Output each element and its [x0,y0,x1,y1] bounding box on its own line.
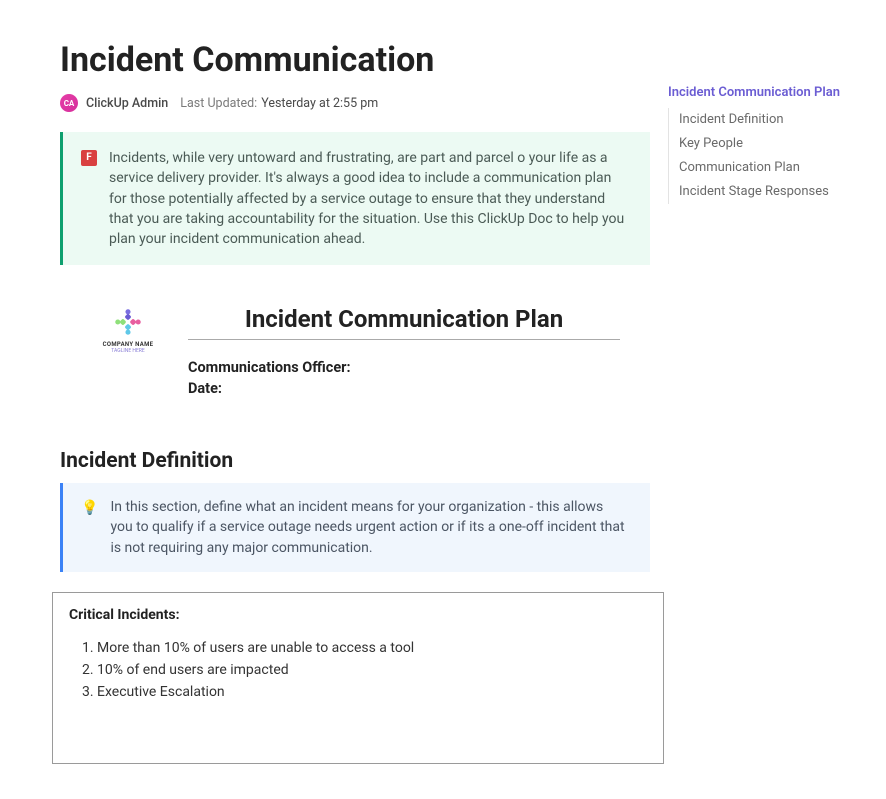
toc-item-communication-plan[interactable]: Communication Plan [679,156,858,180]
toc-title[interactable]: Incident Communication Plan [668,82,858,104]
toc-item-incident-definition[interactable]: Incident Definition [679,108,858,132]
logo-mark-icon [111,305,145,339]
list-item: More than 10% of users are unable to acc… [97,637,647,659]
page-title: Incident Communication [60,40,650,80]
pin-icon: F [81,150,97,166]
critical-incidents-title: Critical Incidents: [69,607,647,623]
list-item: Executive Escalation [97,681,647,703]
plan-title: Incident Communication Plan [188,305,620,340]
definition-tip-text: In this section, define what an incident… [110,497,628,558]
logo-tagline-text: TAGLINE HERE [98,348,158,354]
critical-incidents-list: More than 10% of users are unable to acc… [69,637,647,703]
company-logo: COMPANY NAME TAGLINE HERE [98,305,158,399]
toc-item-key-people[interactable]: Key People [679,132,858,156]
critical-incidents-box: Critical Incidents: More than 10% of use… [52,592,664,764]
toc-item-incident-stage-responses[interactable]: Incident Stage Responses [679,180,858,204]
author-avatar[interactable]: CA [60,94,78,112]
section-heading-definition: Incident Definition [60,449,650,473]
intro-callout: F Incidents, while very untoward and fru… [60,132,650,265]
definition-tip: 💡 In this section, define what an incide… [60,483,650,572]
updated-label: Last Updated: [180,96,257,111]
list-item: 10% of end users are impacted [97,659,647,681]
comm-officer-label: Communications Officer: [188,358,620,378]
doc-meta: CA ClickUp Admin Last Updated: Yesterday… [60,94,650,112]
table-of-contents: Incident Communication Plan Incident Def… [668,40,858,764]
updated-time: Yesterday at 2:55 pm [261,96,378,111]
callout-text: Incidents, while very untoward and frust… [109,148,628,249]
bulb-icon: 💡 [81,498,98,558]
date-label: Date: [188,379,620,399]
plan-header-block: COMPANY NAME TAGLINE HERE Incident Commu… [60,305,650,399]
author-name[interactable]: ClickUp Admin [86,96,168,111]
logo-company-text: COMPANY NAME [98,341,158,348]
